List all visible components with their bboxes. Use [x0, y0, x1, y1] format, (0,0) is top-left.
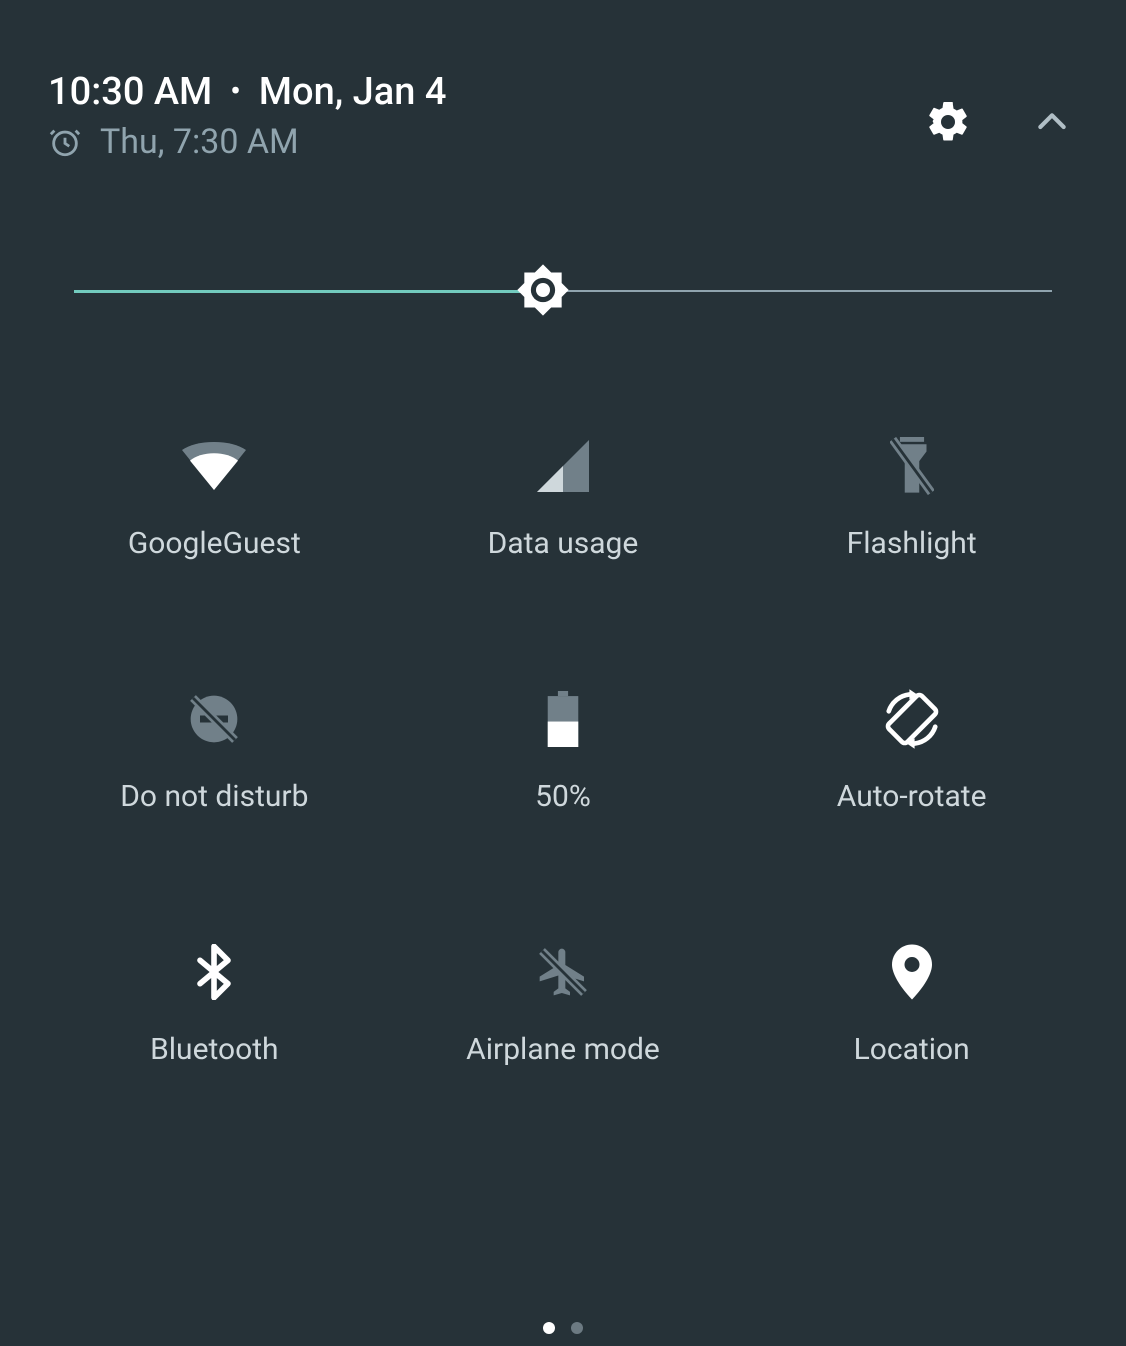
settings-button[interactable]	[924, 98, 972, 146]
airplane-off-icon	[535, 944, 591, 1000]
tile-auto-rotate[interactable]: Auto-rotate	[737, 691, 1086, 814]
tile-label: GoogleGuest	[128, 526, 301, 561]
slider-thumb[interactable]	[515, 262, 571, 318]
slider-track-fill	[74, 290, 543, 293]
tile-wifi[interactable]: GoogleGuest	[40, 438, 389, 561]
collapse-button[interactable]	[1032, 102, 1072, 142]
tile-label: Bluetooth	[150, 1032, 279, 1067]
brightness-slider[interactable]	[74, 262, 1052, 318]
tile-label: Data usage	[488, 526, 639, 561]
header-right	[924, 70, 1078, 146]
header-left: 10:30 AM • Mon, Jan 4 Thu, 7:30 AM	[48, 70, 924, 162]
clock-time: 10:30 AM	[48, 70, 212, 114]
tile-label: Airplane mode	[466, 1032, 660, 1067]
auto-rotate-icon	[881, 691, 943, 747]
tile-label: Do not disturb	[120, 779, 308, 814]
battery-50-icon	[547, 691, 579, 747]
wifi-icon	[182, 438, 246, 494]
tile-label: Auto-rotate	[837, 779, 987, 814]
gear-icon	[924, 98, 972, 146]
tile-dnd-off[interactable]: Do not disturb	[40, 691, 389, 814]
tile-location[interactable]: Location	[737, 944, 1086, 1067]
bluetooth-icon	[196, 944, 232, 1000]
tile-label: Flashlight	[847, 526, 977, 561]
cellular-icon	[537, 438, 589, 494]
clock-date: Mon, Jan 4	[259, 70, 447, 114]
next-alarm[interactable]: Thu, 7:30 AM	[48, 122, 924, 162]
page-dot-1[interactable]	[571, 1322, 583, 1334]
alarm-icon	[48, 125, 82, 159]
time-and-date[interactable]: 10:30 AM • Mon, Jan 4	[48, 70, 924, 114]
tile-label: Location	[854, 1032, 970, 1067]
dnd-off-icon	[186, 691, 242, 747]
brightness-icon	[515, 262, 571, 318]
tile-airplane-off[interactable]: Airplane mode	[389, 944, 738, 1067]
quick-settings-header: 10:30 AM • Mon, Jan 4 Thu, 7:30 AM	[0, 0, 1126, 162]
tile-cellular[interactable]: Data usage	[389, 438, 738, 561]
location-icon	[892, 944, 932, 1000]
tile-flashlight-off[interactable]: Flashlight	[737, 438, 1086, 561]
tile-bluetooth[interactable]: Bluetooth	[40, 944, 389, 1067]
quick-settings-tiles: GoogleGuest Data usage Flashlight Do not…	[0, 438, 1126, 1067]
alarm-text: Thu, 7:30 AM	[100, 122, 299, 162]
chevron-up-icon	[1032, 102, 1072, 142]
page-indicator[interactable]	[0, 1322, 1126, 1334]
tile-label: 50%	[535, 779, 591, 814]
tile-battery-50[interactable]: 50%	[389, 691, 738, 814]
page-dot-0[interactable]	[543, 1322, 555, 1334]
flashlight-off-icon	[890, 438, 934, 494]
